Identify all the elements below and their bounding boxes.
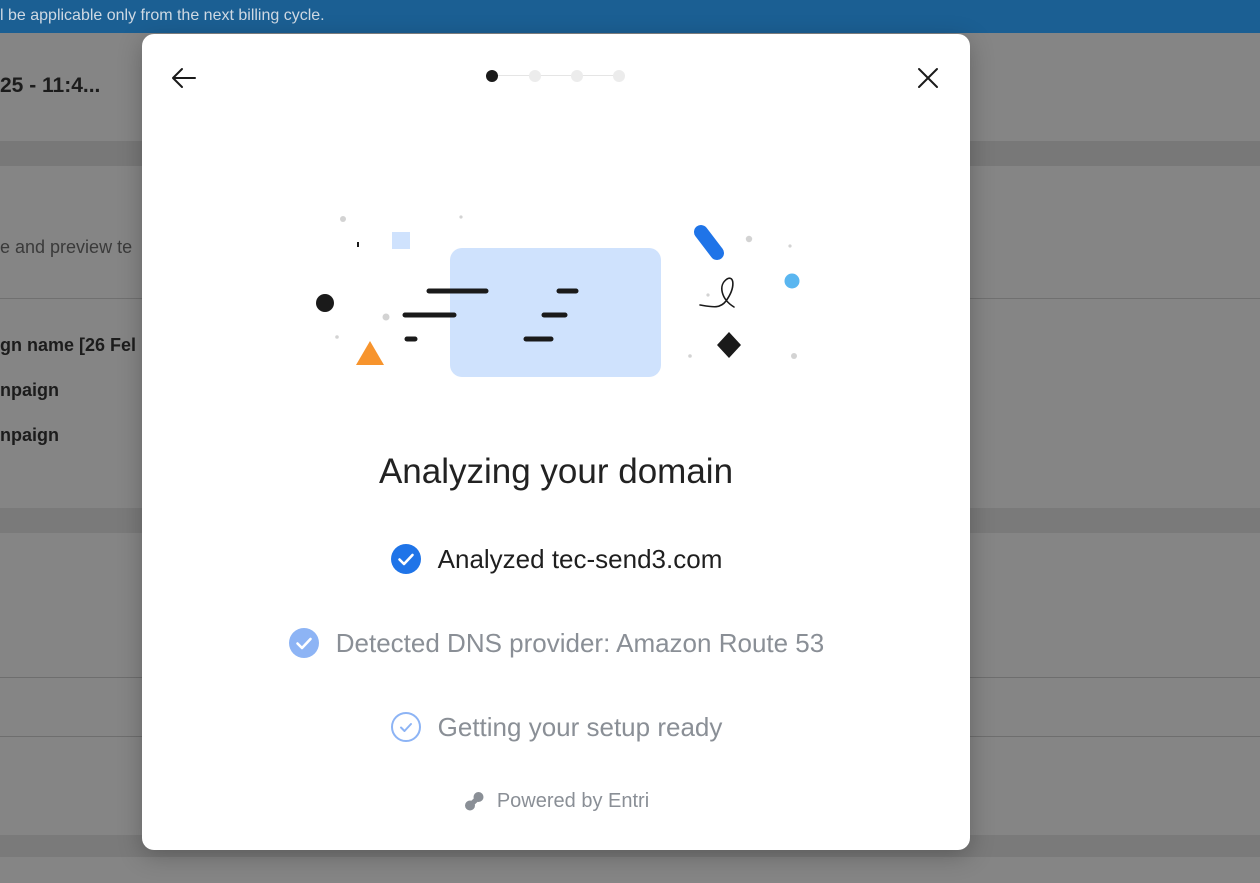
illustration-square — [392, 232, 410, 249]
illustration-dot — [745, 235, 753, 243]
close-icon — [918, 68, 938, 88]
status-step-text: Analyzed tec-send3.com — [437, 543, 723, 574]
illustration-dot — [688, 354, 692, 358]
step-indicator-1 — [486, 70, 498, 82]
status-step-text: Detected DNS provider: Amazon Route 53 — [335, 627, 825, 658]
background-page-title: 25 - 11:4... — [0, 74, 101, 97]
illustration-dot — [706, 293, 710, 297]
analyzing-illustration — [316, 215, 800, 377]
illustration-dot — [335, 335, 339, 339]
powered-by-footer: Powered by Entri — [142, 789, 970, 813]
illustration-dot — [791, 353, 797, 359]
illustration-pill — [694, 225, 724, 260]
stepper-line — [498, 75, 614, 76]
illustration-dot — [340, 216, 346, 222]
domain-setup-modal: Analyzing your domain Analyzed tec-send3… — [142, 34, 970, 850]
check-circle-filled-icon — [390, 544, 421, 574]
illustration-dot — [382, 313, 390, 321]
illustration-squiggle — [699, 277, 735, 308]
illustration-diamond — [717, 332, 741, 358]
step-indicator-2 — [529, 70, 541, 82]
check-circle-outline-icon — [390, 712, 421, 742]
status-step-dns: Detected DNS provider: Amazon Route 53 — [142, 627, 970, 659]
background-list-item: npaign — [0, 380, 59, 400]
billing-banner: l be applicable only from the next billi… — [0, 0, 1260, 33]
arrow-left-icon — [172, 68, 196, 88]
status-step-text: Getting your setup ready — [437, 711, 723, 742]
check-circle-light-icon — [288, 628, 319, 658]
modal-heading: Analyzing your domain — [378, 452, 734, 491]
illustration-triangle — [356, 341, 384, 365]
illustration-dot — [788, 244, 792, 248]
background-list-item: npaign — [0, 425, 59, 445]
back-button[interactable] — [168, 62, 200, 94]
close-button[interactable] — [912, 62, 944, 94]
status-step-setup: Getting your setup ready — [142, 711, 970, 743]
step-indicator-4 — [613, 70, 625, 82]
progress-stepper — [486, 69, 626, 83]
background-list-item: gn name [26 Fel — [0, 335, 137, 355]
status-step-analyzed: Analyzed tec-send3.com — [142, 543, 970, 575]
illustration-dot — [316, 294, 334, 312]
entri-logo-icon — [464, 792, 484, 811]
illustration-dot — [459, 215, 463, 219]
step-indicator-3 — [571, 70, 583, 82]
powered-by-text: Powered by Entri — [496, 789, 650, 812]
illustration-dot — [784, 273, 800, 289]
billing-banner-text: l be applicable only from the next billi… — [0, 7, 325, 24]
background-description: e and preview te — [0, 237, 133, 257]
